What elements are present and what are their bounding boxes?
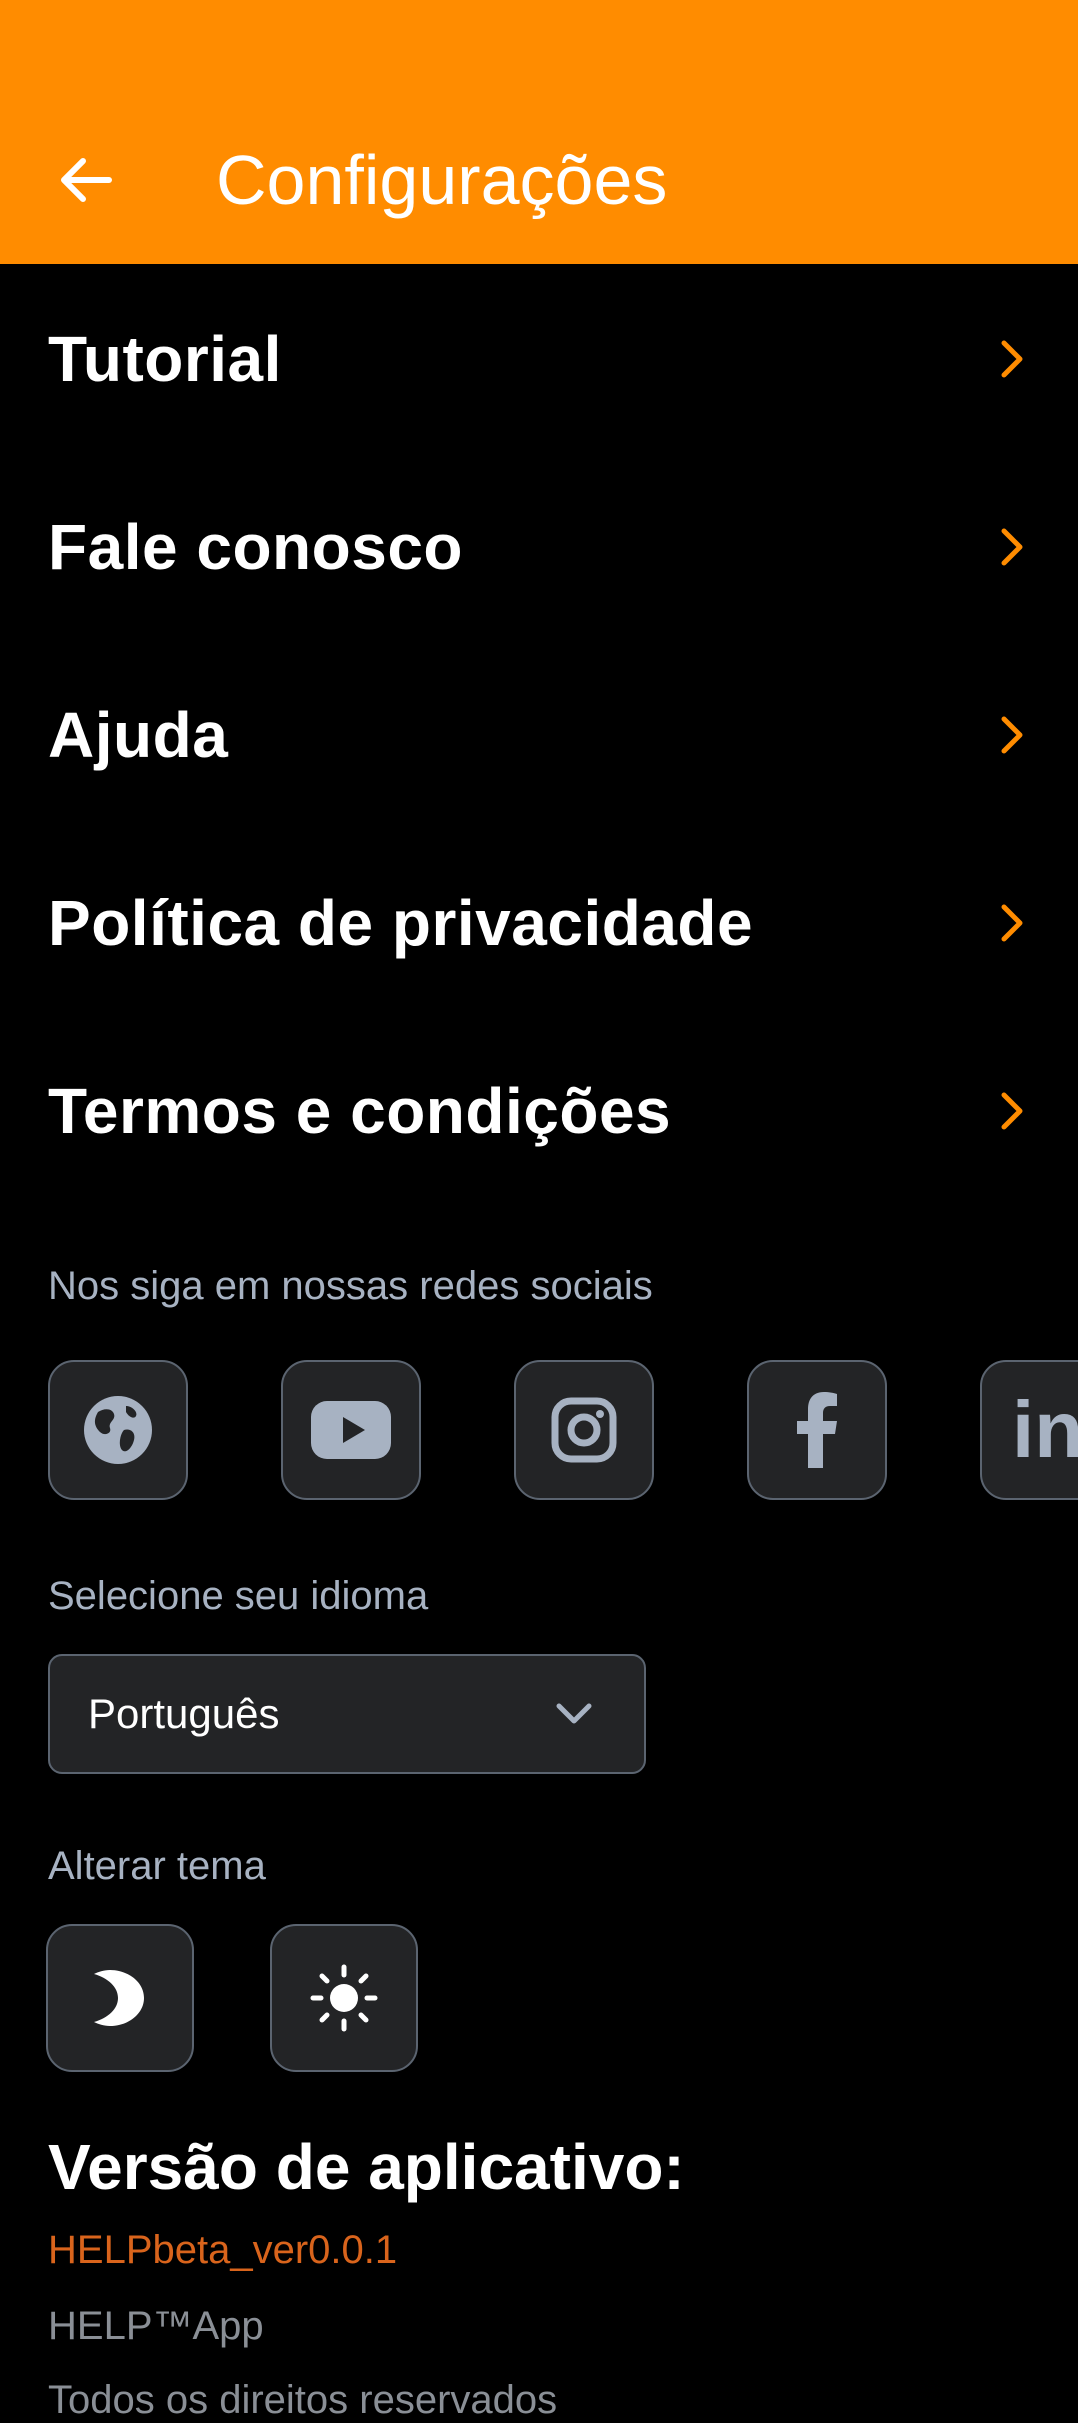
version-value: HELPbeta_ver0.0.1 <box>48 2228 398 2272</box>
social-section-label: Nos siga em nossas redes sociais <box>48 1264 653 1308</box>
linkedin-button[interactable]: in <box>980 1360 1078 1500</box>
version-title: Versão de aplicativo: <box>48 2131 685 2203</box>
chevron-down-icon <box>556 1703 592 1724</box>
menu-item-label: Tutorial <box>48 323 282 395</box>
menu-item-tutorial[interactable]: Tutorial <box>0 294 1078 424</box>
globe-icon <box>84 1396 152 1464</box>
app-header: Configurações <box>0 0 1078 264</box>
youtube-button[interactable] <box>281 1360 421 1500</box>
linkedin-icon: in <box>1012 1385 1078 1474</box>
back-button[interactable] <box>46 140 126 220</box>
chevron-right-icon <box>994 1088 1030 1134</box>
dark-theme-button[interactable] <box>46 1924 194 2072</box>
instagram-icon <box>551 1397 617 1463</box>
light-theme-button[interactable] <box>270 1924 418 2072</box>
page-title: Configurações <box>216 141 668 219</box>
sun-icon <box>310 1964 378 2032</box>
rights-text: Todos os direitos reservados <box>48 2378 558 2422</box>
youtube-icon <box>311 1401 391 1459</box>
menu-item-label: Ajuda <box>48 699 229 771</box>
moon-icon <box>94 1970 144 2026</box>
menu-item-termos-condicoes[interactable]: Termos e condições <box>0 1046 1078 1176</box>
language-section-label: Selecione seu idioma <box>48 1574 429 1618</box>
menu-item-politica-privacidade[interactable]: Política de privacidade <box>0 858 1078 988</box>
social-links-row: in <box>48 1360 1078 1504</box>
menu-item-label: Fale conosco <box>48 511 463 583</box>
language-select[interactable]: Português <box>48 1654 646 1774</box>
chevron-right-icon <box>994 712 1030 758</box>
menu-item-label: Termos e condições <box>48 1075 672 1147</box>
app-name: HELP™App <box>48 2304 264 2348</box>
facebook-button[interactable] <box>747 1360 887 1500</box>
chevron-right-icon <box>994 524 1030 570</box>
facebook-icon <box>797 1392 837 1468</box>
chevron-right-icon <box>994 900 1030 946</box>
instagram-button[interactable] <box>514 1360 654 1500</box>
menu-item-fale-conosco[interactable]: Fale conosco <box>0 482 1078 612</box>
globe-button[interactable] <box>48 1360 188 1500</box>
theme-section-label: Alterar tema <box>48 1844 266 1888</box>
language-selected-value: Português <box>88 1690 280 1737</box>
chevron-right-icon <box>994 336 1030 382</box>
arrow-left-icon <box>61 158 112 202</box>
menu-item-ajuda[interactable]: Ajuda <box>0 670 1078 800</box>
menu-item-label: Política de privacidade <box>48 887 754 959</box>
